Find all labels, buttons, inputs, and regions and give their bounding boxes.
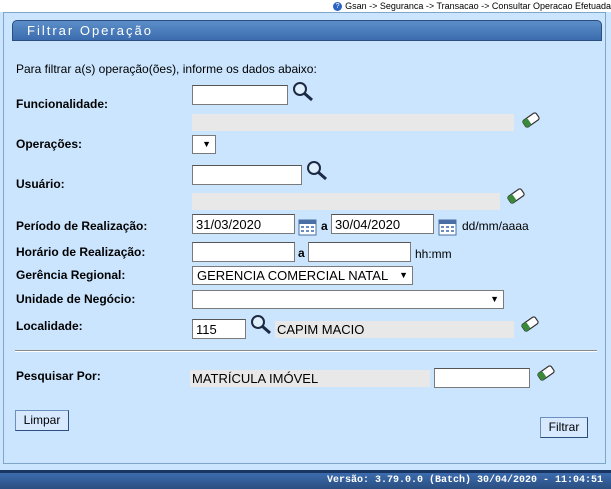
eraser-icon[interactable]: [519, 314, 541, 334]
calendar-icon[interactable]: [298, 218, 318, 237]
label-gerencia: Gerência Regional:: [16, 268, 126, 282]
periodo-fim-input[interactable]: [331, 214, 434, 234]
horario-fim-input[interactable]: [308, 242, 411, 262]
horario-inicio-input[interactable]: [192, 242, 295, 262]
divider: [15, 350, 597, 352]
localidade-code-input[interactable]: [192, 319, 246, 339]
periodo-separator: a: [321, 219, 328, 233]
label-funcionalidade: Funcionalidade:: [16, 97, 109, 111]
label-horario: Horário de Realização:: [16, 245, 146, 259]
label-unidade: Unidade de Negócio:: [16, 292, 136, 306]
dropdown-arrow-icon: ▼: [399, 270, 408, 280]
dropdown-arrow-icon: ▼: [490, 294, 499, 304]
magnifier-icon[interactable]: [291, 80, 315, 102]
pesquisar-valor-input[interactable]: [434, 368, 530, 388]
unidade-select[interactable]: ▼: [192, 290, 504, 309]
magnifier-icon[interactable]: [249, 313, 273, 335]
label-usuario: Usuário:: [16, 177, 65, 191]
eraser-icon[interactable]: [520, 110, 542, 130]
localidade-description: CAPIM MACIO: [275, 321, 514, 338]
eraser-icon[interactable]: [535, 363, 557, 383]
usuario-code-input[interactable]: [192, 165, 302, 185]
gerencia-selected: GERENCIA COMERCIAL NATAL: [197, 268, 389, 283]
label-operacoes: Operações:: [16, 137, 83, 151]
date-format-hint: dd/mm/aaaa: [462, 219, 529, 233]
time-format-hint: hh:mm: [415, 247, 452, 261]
calendar-icon[interactable]: [438, 218, 458, 237]
pesquisar-tipo: MATRÍCULA IMÓVEL: [190, 370, 430, 387]
label-localidade: Localidade:: [16, 319, 83, 333]
label-periodo: Período de Realização:: [16, 219, 148, 233]
periodo-inicio-input[interactable]: [192, 214, 295, 234]
eraser-icon[interactable]: [505, 186, 527, 206]
operacoes-select[interactable]: ▼: [192, 135, 216, 154]
dropdown-arrow-icon: ▼: [202, 139, 211, 149]
version-footer: Versão: 3.79.0.0 (Batch) 30/04/2020 - 11…: [0, 470, 611, 489]
magnifier-icon[interactable]: [305, 159, 329, 181]
funcionalidade-description: [192, 114, 514, 131]
limpar-button[interactable]: Limpar: [15, 410, 69, 431]
breadcrumb: ? Gsan -> Seguranca -> Transacao -> Consu…: [0, 0, 611, 12]
filtrar-button[interactable]: Filtrar: [540, 417, 588, 438]
breadcrumb-text: Gsan -> Seguranca -> Transacao -> Consul…: [345, 1, 611, 11]
gerencia-select[interactable]: GERENCIA COMERCIAL NATAL ▼: [192, 266, 413, 285]
funcionalidade-code-input[interactable]: [192, 85, 288, 105]
horario-separator: a: [298, 246, 305, 260]
label-pesquisar: Pesquisar Por:: [16, 369, 101, 383]
help-icon[interactable]: ?: [333, 2, 343, 12]
usuario-description: [192, 193, 500, 210]
page-title: Filtrar Operação: [12, 20, 602, 41]
intro-text: Para filtrar a(s) operação(ões), informe…: [16, 62, 317, 76]
